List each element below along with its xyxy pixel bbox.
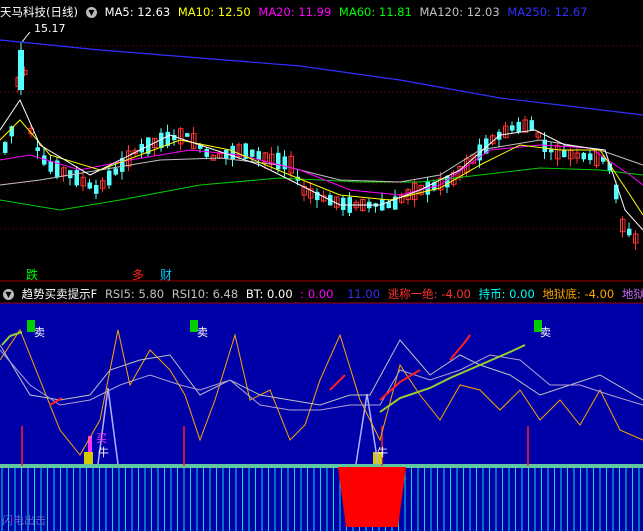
bull-label-2: 牛: [377, 446, 388, 459]
red-block: [338, 467, 406, 527]
footer-label: 闪电出击: [2, 514, 46, 527]
sell-label-2: 卖: [197, 326, 208, 339]
sell-label-1: 卖: [34, 326, 45, 339]
bull-label-1: 牛: [98, 446, 109, 459]
indicator-chart[interactable]: [0, 0, 643, 531]
baseline-band: [0, 464, 643, 468]
sell-label-3: 卖: [540, 326, 551, 339]
buy-label: 买: [96, 432, 107, 445]
buy-marker: [84, 452, 93, 464]
